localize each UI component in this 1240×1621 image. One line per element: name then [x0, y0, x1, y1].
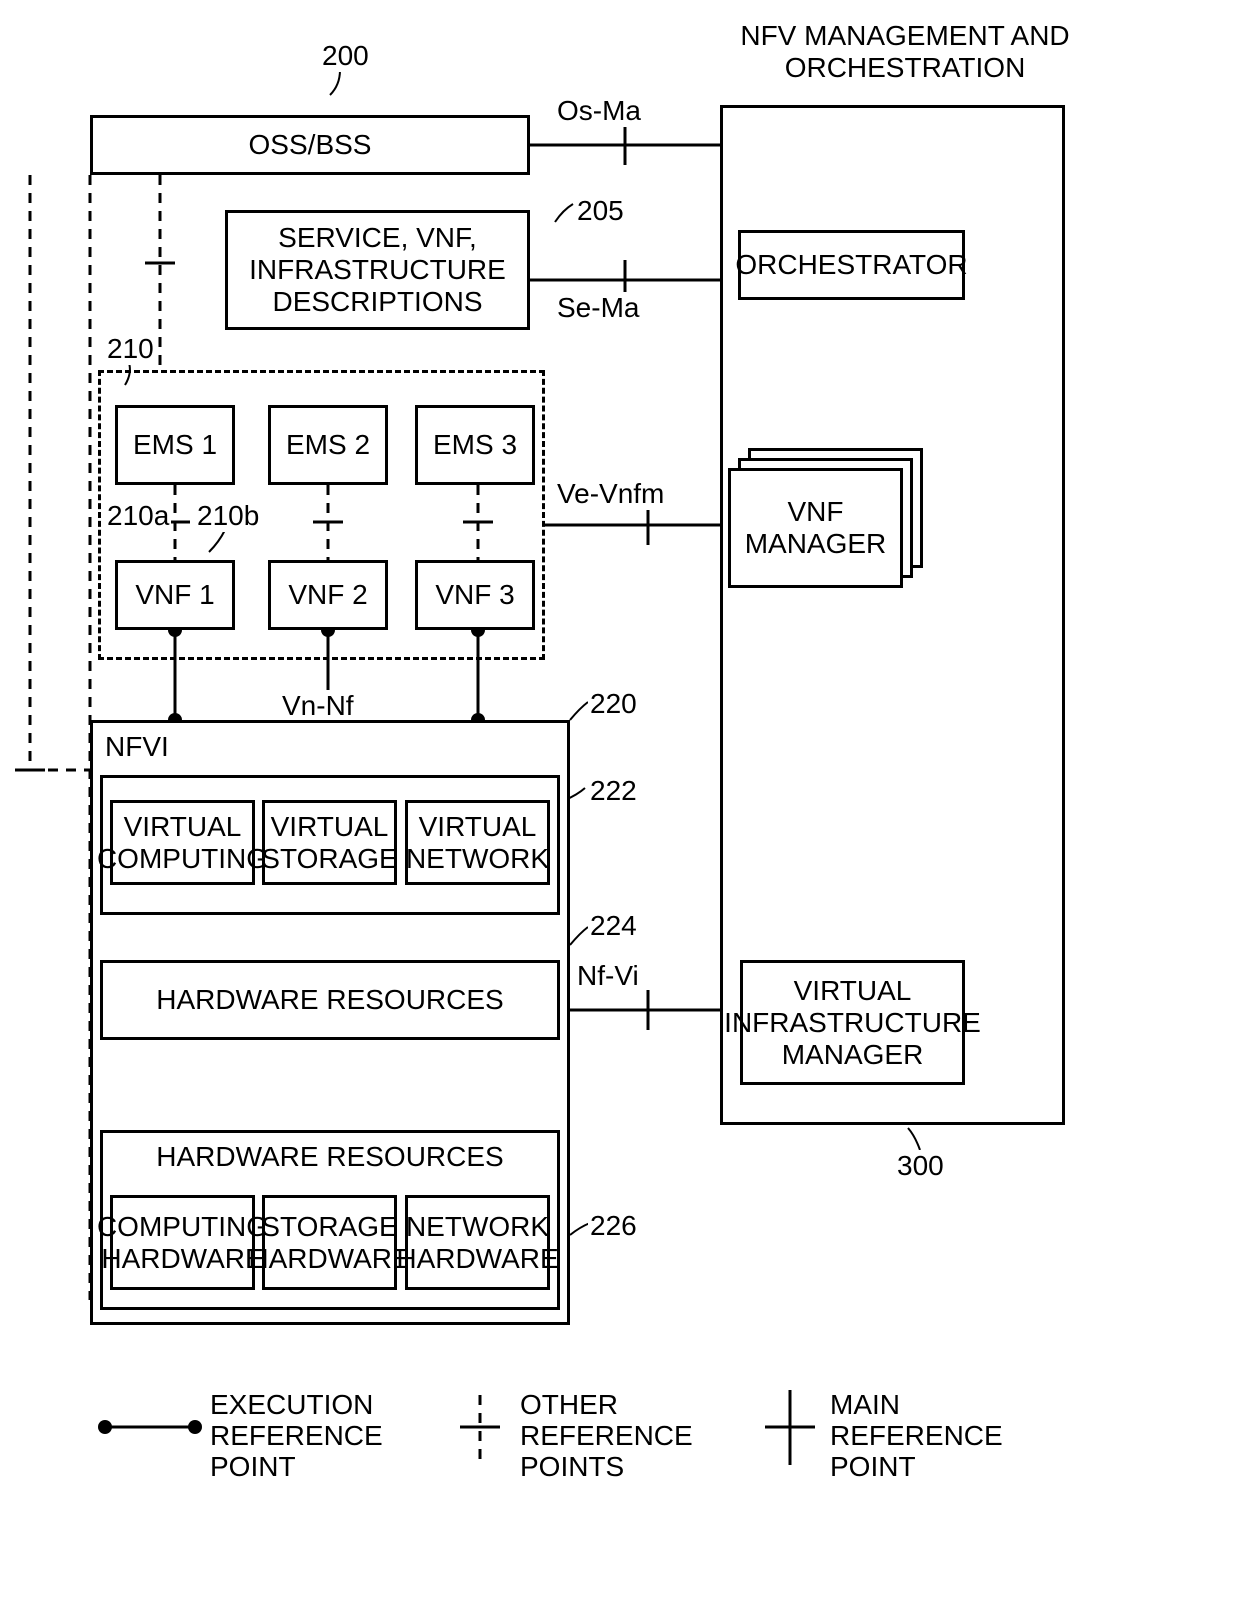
- block-vim: VIRTUAL INFRASTRUCTURE MANAGER: [740, 960, 965, 1085]
- block-ems2: EMS 2: [268, 405, 388, 485]
- block-chw: COMPUTING HARDWARE: [110, 1195, 255, 1290]
- ref-205: 205: [575, 195, 626, 227]
- label-sema: Se-Ma: [555, 292, 641, 324]
- legend-main: MAIN REFERENCE POINT: [830, 1390, 1003, 1482]
- block-descriptions: SERVICE, VNF, INFRASTRUCTURE DESCRIPTION…: [225, 210, 530, 330]
- ref-222: 222: [588, 775, 639, 807]
- block-ems1: EMS 1: [115, 405, 235, 485]
- block-vnf1: VNF 1: [115, 560, 235, 630]
- block-hwres1: HARDWARE RESOURCES: [100, 960, 560, 1040]
- ref-220: 220: [588, 688, 639, 720]
- block-vnfmgr: VNF MANAGER: [728, 468, 903, 588]
- hwres2-label: HARDWARE RESOURCES: [156, 1141, 503, 1173]
- block-vcomp: VIRTUAL COMPUTING: [110, 800, 255, 885]
- ref-200: 200: [320, 40, 371, 72]
- label-vevnfm: Ve-Vnfm: [555, 478, 666, 510]
- block-orchestrator: ORCHESTRATOR: [738, 230, 965, 300]
- block-nhw: NETWORK HARDWARE: [405, 1195, 550, 1290]
- label-osma: Os-Ma: [555, 95, 643, 127]
- legend-exec-text: EXECUTION REFERENCE POINT: [210, 1390, 383, 1482]
- label-vnnf: Vn-Nf: [280, 690, 356, 722]
- mano-title: NFV MANAGEMENT AND ORCHESTRATION: [715, 20, 1095, 84]
- legend-other: OTHER REFERENCE POINTS: [520, 1390, 693, 1482]
- ref-210: 210: [105, 333, 156, 365]
- block-vnf2: VNF 2: [268, 560, 388, 630]
- ref-224: 224: [588, 910, 639, 942]
- ref-226: 226: [588, 1210, 639, 1242]
- block-ems3: EMS 3: [415, 405, 535, 485]
- nfvi-label: NFVI: [105, 731, 169, 763]
- ref-300: 300: [895, 1150, 946, 1182]
- block-vnet: VIRTUAL NETWORK: [405, 800, 550, 885]
- block-shw: STORAGE HARDWARE: [262, 1195, 397, 1290]
- block-vnf3: VNF 3: [415, 560, 535, 630]
- label-nfvi: Nf-Vi: [575, 960, 641, 992]
- legend-other-text: OTHER REFERENCE POINTS: [520, 1390, 693, 1482]
- legend-exec: EXECUTION REFERENCE POINT: [210, 1390, 383, 1482]
- block-vstor: VIRTUAL STORAGE: [262, 800, 397, 885]
- block-ossbss: OSS/BSS: [90, 115, 530, 175]
- legend-main-text: MAIN REFERENCE POINT: [830, 1390, 1003, 1482]
